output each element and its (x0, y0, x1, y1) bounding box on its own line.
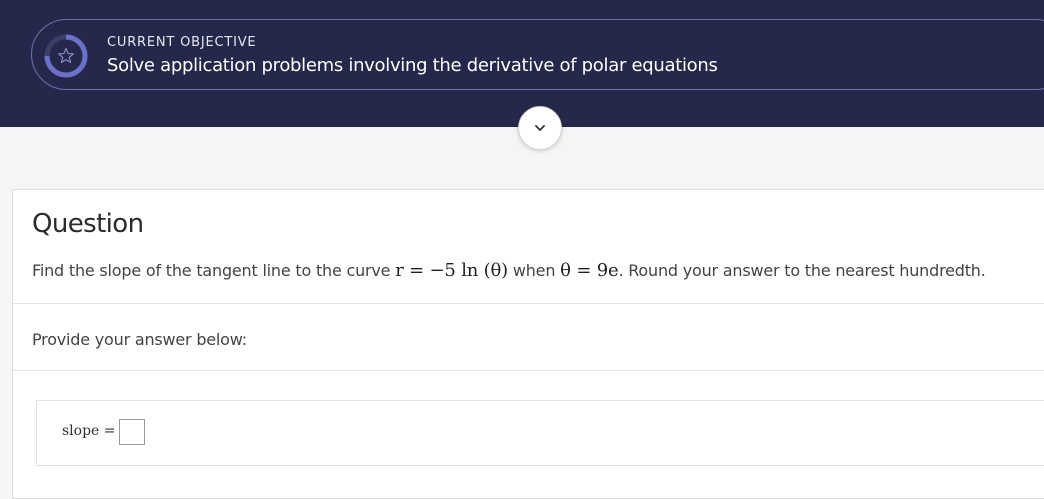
progress-ring (44, 34, 88, 78)
expand-objective-button[interactable] (518, 106, 562, 150)
objective-title: Solve application problems involving the… (107, 55, 718, 76)
current-objective-banner: CURRENT OBJECTIVE Solve application prob… (31, 19, 1044, 90)
divider (13, 303, 1044, 304)
answer-area: slope = (36, 400, 1044, 466)
objective-header: CURRENT OBJECTIVE Solve application prob… (0, 0, 1044, 127)
question-heading: Question (32, 209, 144, 239)
question-suffix: . Round your answer to the nearest hundr… (618, 261, 986, 280)
divider (13, 370, 1044, 371)
theta-condition: θ = 9e (560, 260, 619, 281)
answer-prompt: Provide your answer below: (32, 330, 247, 349)
slope-input[interactable] (119, 419, 145, 445)
question-card: Question Find the slope of the tangent l… (12, 189, 1044, 499)
slope-label: slope = (62, 423, 116, 439)
star-icon (58, 47, 74, 64)
curve-equation: r = −5 ln (θ) (395, 260, 508, 281)
question-prefix: Find the slope of the tangent line to th… (32, 261, 396, 280)
question-text: Find the slope of the tangent line to th… (32, 260, 986, 281)
question-middle: when (507, 261, 561, 280)
chevron-down-icon (535, 125, 545, 131)
objective-kicker: CURRENT OBJECTIVE (107, 35, 257, 50)
